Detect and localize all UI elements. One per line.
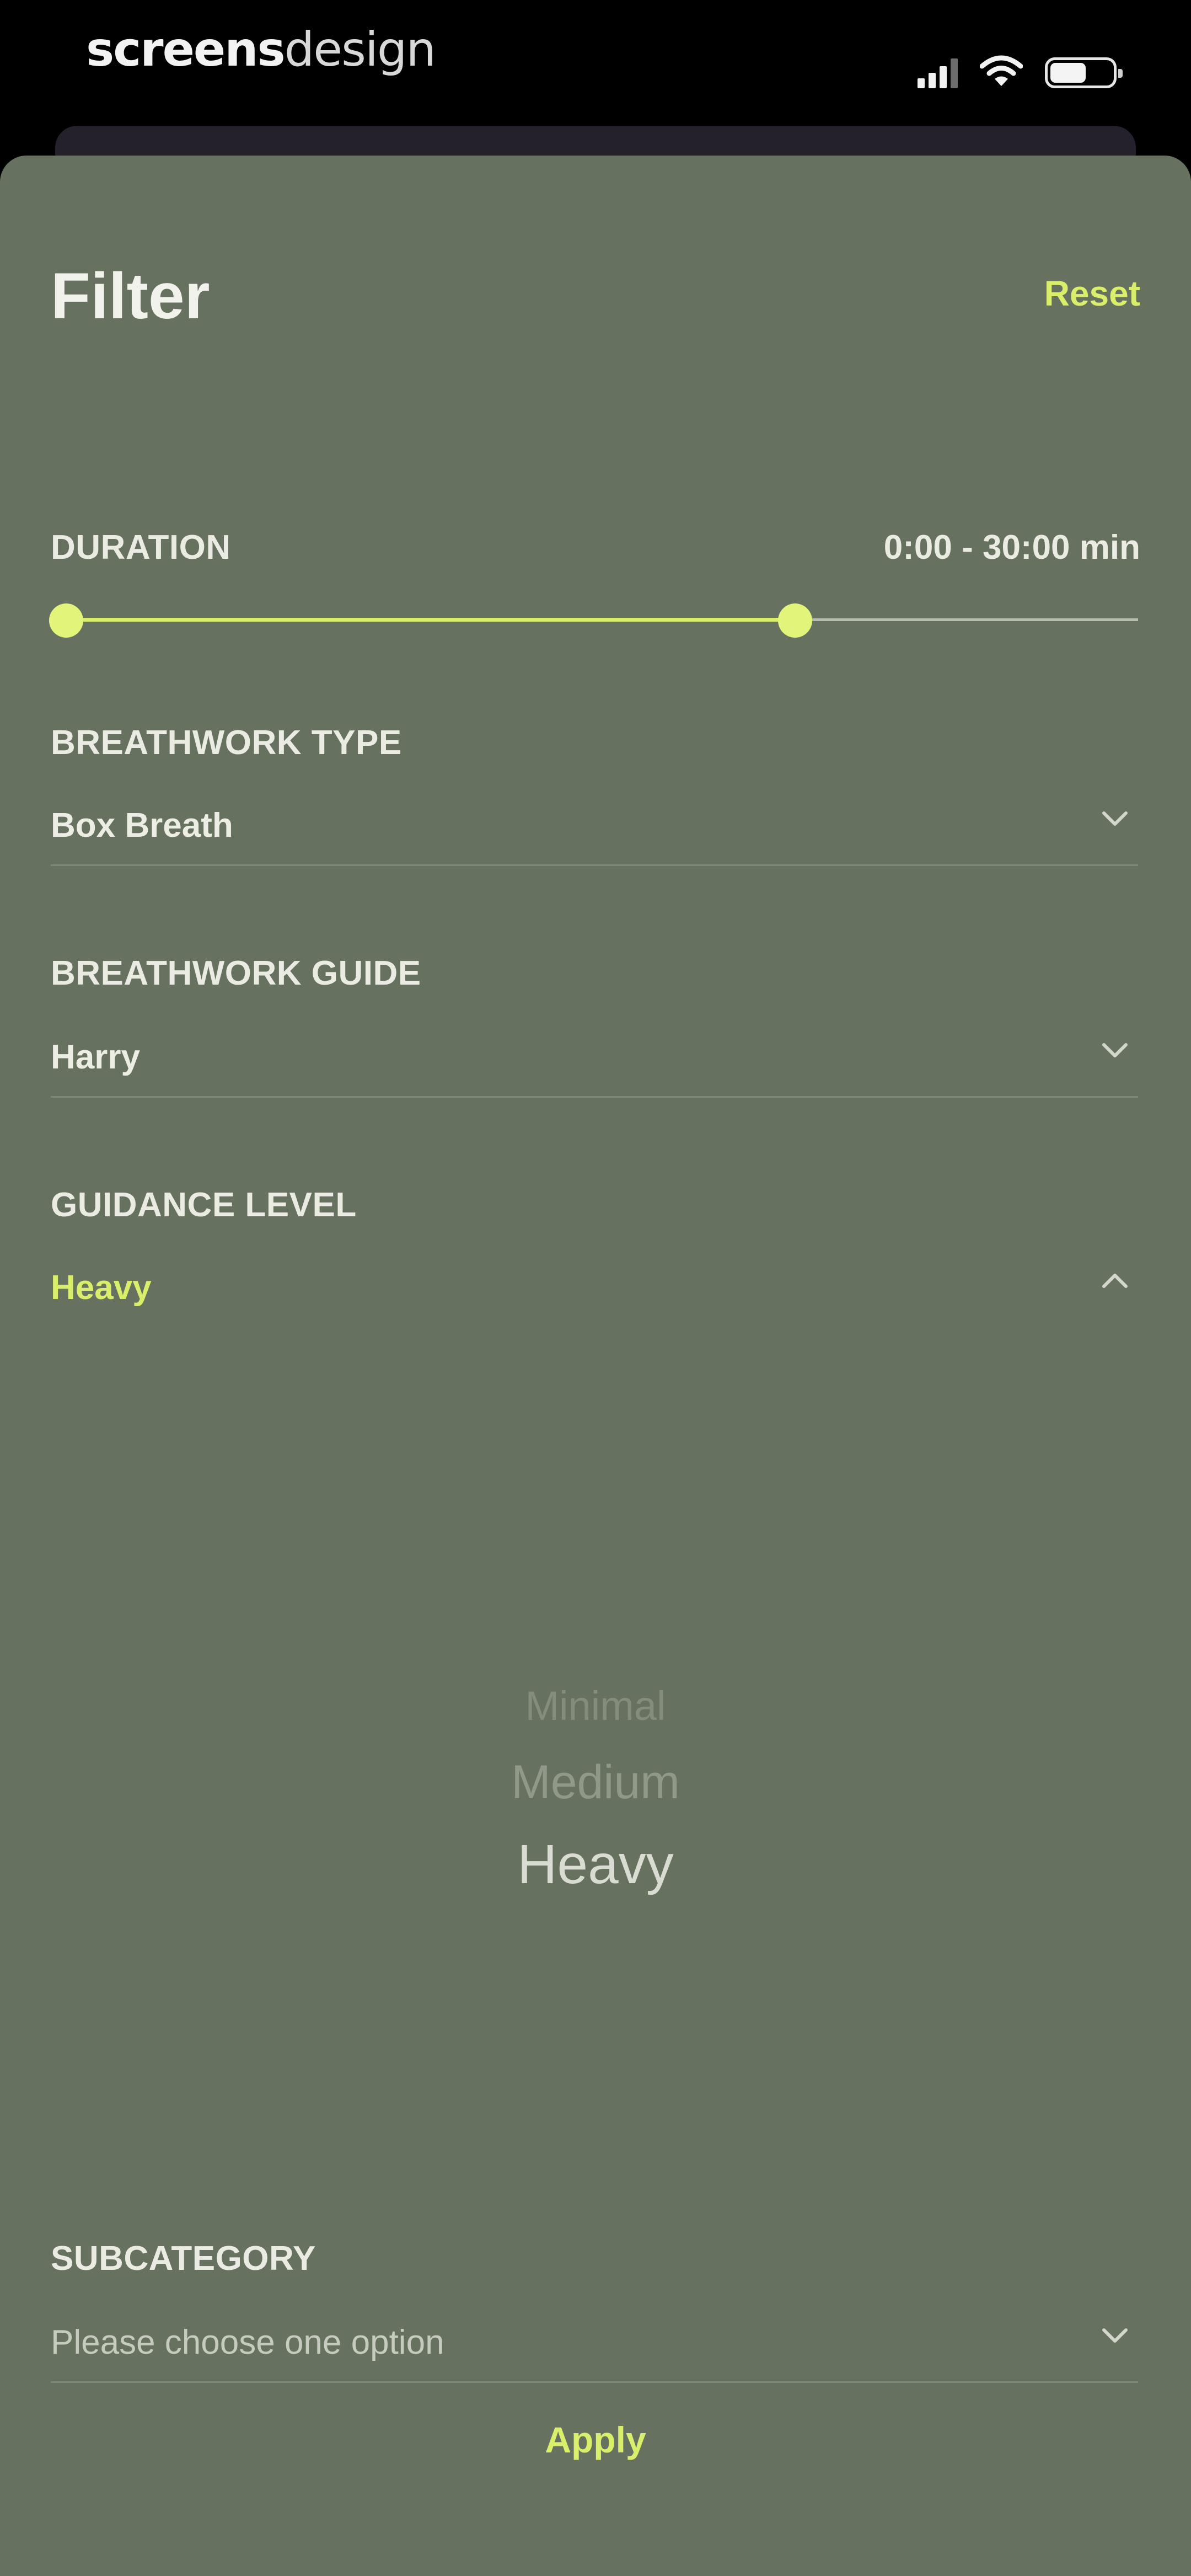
apply-button[interactable]: Apply: [485, 2422, 706, 2458]
guidance-level-value: Heavy: [51, 1269, 152, 1307]
chevron-down-icon: [1102, 2328, 1128, 2343]
duration-label: DURATION: [51, 528, 231, 566]
picker-option-heavy[interactable]: Heavy: [0, 1837, 1191, 1892]
breathwork-type-label: BREATHWORK TYPE: [51, 724, 402, 762]
picker-option-medium[interactable]: Medium: [0, 1759, 1191, 1806]
reset-button[interactable]: Reset: [1044, 276, 1140, 311]
brand-logo: screensdesign: [86, 22, 436, 77]
chevron-down-icon: [1102, 1043, 1128, 1057]
subcategory-select[interactable]: Please choose one option: [51, 2317, 1138, 2383]
brand-light-text: design: [284, 22, 436, 77]
wifi-icon: [980, 55, 1023, 86]
picker-option-minimal[interactable]: Minimal: [0, 1686, 1191, 1727]
breathwork-type-select[interactable]: Box Breath: [51, 800, 1138, 866]
duration-value: 0:00 - 30:00 min: [883, 528, 1140, 566]
battery-icon: [1045, 57, 1123, 88]
filter-sheet: Filter Reset DURATION 0:00 - 30:00 min B…: [0, 156, 1191, 2576]
subcategory-placeholder: Please choose one option: [51, 2323, 444, 2361]
breathwork-guide-select[interactable]: Harry: [51, 1032, 1138, 1098]
slider-max-handle[interactable]: [777, 603, 812, 638]
chevron-down-icon: [1102, 811, 1128, 826]
slider-min-handle[interactable]: [49, 603, 83, 638]
duration-slider[interactable]: [49, 603, 1138, 638]
page-title: Filter: [51, 260, 210, 333]
chevron-up-icon: [1102, 1274, 1128, 1288]
breathwork-guide-value: Harry: [51, 1038, 140, 1076]
brand-bold-text: screens: [86, 22, 286, 77]
guidance-level-select[interactable]: Heavy: [51, 1262, 1138, 1328]
signal-icon: [918, 57, 958, 88]
subcategory-label: SUBCATEGORY: [51, 2240, 316, 2278]
breathwork-type-value: Box Breath: [51, 806, 233, 845]
status-icons: [918, 50, 1123, 88]
breathwork-guide-label: BREATHWORK GUIDE: [51, 954, 421, 992]
slider-selected-range: [66, 618, 795, 622]
status-bar: screensdesign: [0, 0, 1191, 127]
guidance-level-label: GUIDANCE LEVEL: [51, 1186, 357, 1224]
guidance-level-picker[interactable]: Minimal Medium Heavy: [0, 1490, 1191, 1987]
